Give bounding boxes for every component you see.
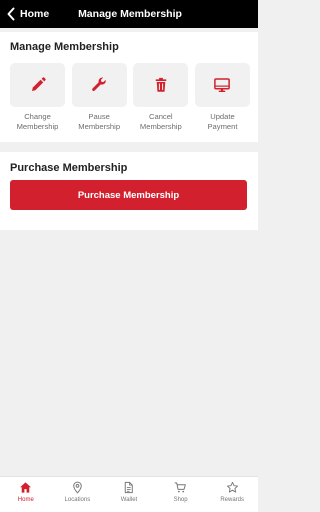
- monitor-icon: [214, 78, 231, 92]
- pencil-icon: [31, 77, 46, 91]
- trash-icon: [155, 77, 167, 92]
- update-payment-button[interactable]: Update Payment: [194, 63, 250, 131]
- tab-rewards[interactable]: Rewards: [206, 477, 258, 512]
- manage-membership-heading: Manage Membership: [10, 41, 119, 53]
- tab-home-label: Home: [17, 497, 34, 503]
- wrench-icon: [92, 77, 106, 91]
- pause-membership-label: Pause Membership: [78, 112, 121, 131]
- home-icon: [20, 482, 32, 493]
- purchase-membership-card: Purchase Membership Purchase Membership: [0, 152, 258, 230]
- membership-actions: Change Membership Pause Membership Cance…: [10, 63, 250, 131]
- tab-rewards-label: Rewards: [220, 497, 245, 503]
- tab-shop-label: Shop: [173, 497, 188, 503]
- pause-membership-tile[interactable]: [71, 63, 127, 107]
- cancel-membership-button[interactable]: Cancel Membership: [133, 63, 189, 131]
- star-icon: [226, 481, 238, 493]
- tab-home[interactable]: Home: [0, 477, 52, 512]
- tab-locations-label: Locations: [64, 497, 91, 503]
- change-membership-label: Change Membership: [16, 112, 59, 131]
- location-pin-icon: [73, 481, 82, 494]
- update-payment-tile[interactable]: [194, 63, 250, 107]
- cancel-membership-label: Cancel Membership: [139, 112, 182, 131]
- document-icon: [125, 481, 134, 494]
- change-membership-button[interactable]: Change Membership: [10, 63, 65, 131]
- cancel-membership-tile[interactable]: [133, 63, 189, 107]
- purchase-membership-heading: Purchase Membership: [10, 162, 128, 174]
- update-payment-label: Update Payment: [207, 112, 238, 131]
- tab-locations[interactable]: Locations: [52, 477, 104, 512]
- tab-wallet[interactable]: Wallet: [103, 477, 155, 512]
- chevron-left-icon: [7, 7, 15, 21]
- cart-icon: [174, 482, 186, 493]
- manage-membership-card: Manage Membership Change Membership Paus…: [0, 32, 258, 142]
- top-nav-bar: Home Manage Membership: [0, 0, 258, 28]
- back-button[interactable]: Home: [6, 0, 49, 28]
- tab-shop[interactable]: Shop: [155, 477, 207, 512]
- tab-wallet-label: Wallet: [120, 497, 138, 503]
- purchase-membership-button[interactable]: Purchase Membership: [10, 180, 247, 210]
- pause-membership-button[interactable]: Pause Membership: [71, 63, 127, 131]
- back-label: Home: [20, 8, 50, 20]
- bottom-tab-bar: Home Locations Wallet Shop Rewards: [0, 476, 258, 512]
- change-membership-tile[interactable]: [10, 63, 65, 107]
